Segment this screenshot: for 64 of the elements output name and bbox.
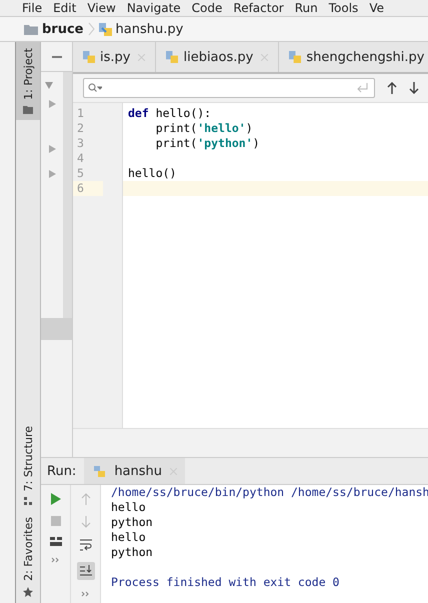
code-line: hello() <box>128 166 176 180</box>
menu-item[interactable]: Code <box>192 0 222 16</box>
console-line: hello <box>111 530 147 545</box>
code-line: print('hello') <box>154 121 253 135</box>
structure-icon <box>24 497 32 506</box>
line-number: 3 <box>76 136 85 151</box>
run-icon[interactable] <box>50 493 60 505</box>
menu-item[interactable]: File <box>22 0 42 16</box>
more-icon[interactable] <box>50 557 60 563</box>
horizontal-scrollbar[interactable] <box>73 428 428 457</box>
star-icon <box>23 587 33 597</box>
menu-item[interactable]: Navigate <box>126 0 181 16</box>
collapsed-arrow-icon[interactable] <box>49 100 56 108</box>
python-file-icon <box>83 51 95 63</box>
menu-item[interactable]: View <box>87 0 116 16</box>
breadcrumb-item[interactable]: bruce <box>42 22 84 36</box>
tool-window-tab[interactable]: 7: Structure <box>16 420 40 512</box>
line-number: 5 <box>76 166 85 181</box>
layout-icon[interactable] <box>50 537 62 546</box>
editor-tab[interactable]: is.py <box>73 42 156 72</box>
python-file-icon <box>289 51 302 63</box>
python-icon <box>92 465 106 477</box>
editor-tab[interactable]: liebiaos.py <box>156 42 280 72</box>
panel-title: Run: <box>46 464 78 478</box>
folder-icon <box>24 24 38 34</box>
search-icon[interactable] <box>88 83 102 93</box>
console-line: python <box>111 515 154 530</box>
editor-tab[interactable]: shengchengshi.py <box>279 42 428 72</box>
search-field[interactable] <box>83 78 375 98</box>
menu-item[interactable]: Edit <box>53 0 76 16</box>
menu-item[interactable]: Tools <box>328 0 358 16</box>
console-line: Process finished with exit code 0 <box>111 575 340 590</box>
line-number: 4 <box>76 151 85 166</box>
tool-window-tab[interactable]: 2: Favorites <box>16 511 40 603</box>
line-number: 2 <box>76 121 85 136</box>
tool-window-tab[interactable]: 1: Project <box>16 42 40 120</box>
stop-icon[interactable] <box>50 516 60 526</box>
close-icon[interactable] <box>138 54 146 60</box>
line-number: 6 <box>73 181 103 196</box>
line-number: 1 <box>76 106 85 121</box>
menu-item[interactable]: Refactor <box>233 0 284 16</box>
folder-icon <box>23 106 33 114</box>
code-line: print('python') <box>154 136 260 150</box>
console-line: hello <box>111 500 147 515</box>
menu-item[interactable]: Run <box>294 0 318 16</box>
more-icon[interactable] <box>80 591 90 597</box>
collapsed-arrow-icon[interactable] <box>49 170 56 178</box>
enter-icon <box>356 83 368 93</box>
scrollbar[interactable] <box>41 318 72 340</box>
console-line: python <box>111 545 154 560</box>
expand-arrow-icon[interactable] <box>45 82 53 89</box>
code-line: def hello(): <box>128 106 212 120</box>
close-icon[interactable] <box>261 54 268 60</box>
chevron-icon <box>88 22 94 36</box>
soft-wrap-icon[interactable] <box>80 539 92 551</box>
arrow-up-icon[interactable] <box>387 82 397 94</box>
menu-item[interactable]: Ve <box>369 0 384 16</box>
python-file-icon <box>166 51 178 63</box>
scroll-to-end-icon[interactable] <box>76 562 94 580</box>
python-file-icon <box>98 22 112 36</box>
arrow-down-icon[interactable] <box>409 82 419 94</box>
run-tab[interactable]: hanshu <box>84 458 186 484</box>
breadcrumb-item[interactable]: hanshu.py <box>116 22 184 36</box>
collapsed-arrow-icon[interactable] <box>49 145 56 153</box>
